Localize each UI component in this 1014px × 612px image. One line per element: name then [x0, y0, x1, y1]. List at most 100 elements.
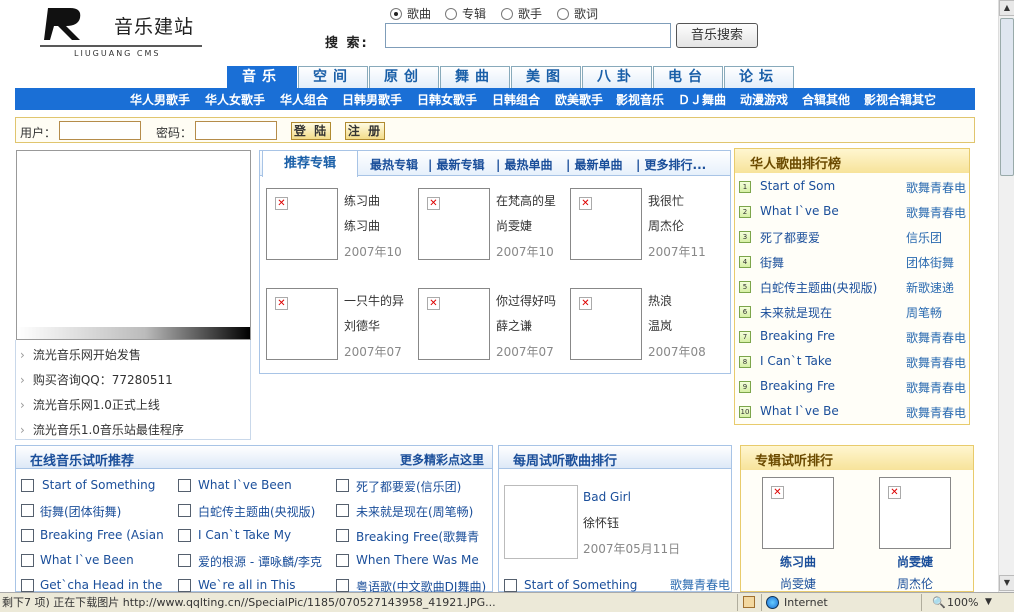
album-chart-artist-2[interactable]: 周杰伦: [897, 575, 933, 592]
online-song[interactable]: Breaking Free(歌舞青: [356, 528, 488, 545]
link-hot-singles[interactable]: | 最热单曲: [496, 156, 553, 173]
radio-icon[interactable]: [390, 8, 402, 20]
search-input[interactable]: [385, 23, 671, 48]
news-item[interactable]: 流光音乐1.0音乐站最佳程序: [20, 421, 184, 438]
song-checkbox[interactable]: [178, 504, 191, 517]
chart-song[interactable]: 街舞: [760, 254, 784, 271]
online-song[interactable]: When There Was Me: [356, 553, 488, 567]
song-checkbox[interactable]: [21, 479, 34, 492]
nav-item[interactable]: 日韩女歌手: [417, 91, 477, 108]
song-checkbox[interactable]: [21, 554, 34, 567]
album-cover[interactable]: ✕: [879, 477, 951, 549]
link-hot-albums[interactable]: 最热专辑: [370, 156, 418, 173]
chart-song[interactable]: Start of Som: [760, 179, 835, 193]
song-checkbox[interactable]: [21, 579, 34, 592]
register-button[interactable]: 注 册: [345, 122, 385, 140]
online-song[interactable]: I Can`t Take My: [198, 528, 330, 542]
album-title[interactable]: 在梵高的星: [496, 192, 556, 209]
nav-item[interactable]: 合辑其他: [802, 91, 850, 108]
album-title[interactable]: 练习曲: [344, 192, 380, 209]
weekly-cover[interactable]: [504, 485, 578, 559]
nav-item[interactable]: 影视音乐: [616, 91, 664, 108]
chart-artist[interactable]: 团体街舞: [906, 254, 954, 271]
tab-music[interactable]: 音乐: [227, 66, 297, 88]
chart-song[interactable]: Breaking Fre: [760, 329, 835, 343]
song-checkbox[interactable]: [21, 504, 34, 517]
nav-item[interactable]: 欧美歌手: [555, 91, 603, 108]
chart-artist[interactable]: 歌舞青春电: [906, 379, 966, 396]
album-artist[interactable]: 刘德华: [344, 317, 380, 334]
tab-pictures[interactable]: 美图: [511, 66, 581, 88]
recommend-title[interactable]: 推荐专辑: [262, 150, 358, 177]
song-checkbox[interactable]: [336, 529, 349, 542]
album-cover[interactable]: ✕: [762, 477, 834, 549]
online-song[interactable]: Breaking Free (Asian: [40, 528, 172, 542]
online-more-link[interactable]: 更多精彩点这里: [400, 451, 484, 468]
album-title[interactable]: 我很忙: [648, 192, 684, 209]
nav-item[interactable]: ＤＪ舞曲: [678, 91, 726, 108]
chart-artist[interactable]: 歌舞青春电: [906, 329, 966, 346]
chart-song[interactable]: What I`ve Be: [760, 204, 839, 218]
online-song[interactable]: What I`ve Been: [198, 478, 330, 492]
song-checkbox[interactable]: [178, 579, 191, 592]
chart-artist[interactable]: 歌舞青春电: [906, 404, 966, 421]
album-title[interactable]: 你过得好吗: [496, 292, 556, 309]
chart-song[interactable]: I Can`t Take: [760, 354, 832, 368]
song-checkbox[interactable]: [336, 504, 349, 517]
chart-song[interactable]: What I`ve Be: [760, 404, 839, 418]
scroll-thumb[interactable]: [1000, 18, 1014, 176]
media-player[interactable]: [16, 150, 251, 340]
album-artist[interactable]: 尚雯婕: [496, 217, 532, 234]
chart-song[interactable]: 未来就是现在: [760, 304, 832, 321]
radio-icon[interactable]: [557, 8, 569, 20]
album-cover[interactable]: ✕: [266, 188, 338, 260]
news-item[interactable]: 流光音乐网1.0正式上线: [20, 396, 160, 413]
nav-item[interactable]: 影视合辑其它: [864, 91, 936, 108]
zoom-level[interactable]: 100%: [947, 593, 978, 612]
chart-artist[interactable]: 歌舞青春电: [906, 204, 966, 221]
password-input[interactable]: [195, 121, 277, 140]
radio-icon[interactable]: [445, 8, 457, 20]
online-song[interactable]: 粤语歌(中文歌曲DJ舞曲): [356, 578, 488, 592]
online-song[interactable]: 未来就是现在(周笔畅): [356, 503, 488, 520]
online-song[interactable]: 死了都要爱(信乐团): [356, 478, 488, 495]
chevron-down-icon[interactable]: ▼: [985, 593, 992, 612]
weekly-list-song[interactable]: Start of Something: [524, 578, 637, 592]
weekly-list-artist[interactable]: 歌舞青春电: [670, 576, 730, 593]
search-type-album[interactable]: 专辑: [445, 5, 486, 22]
tab-original[interactable]: 原创: [369, 66, 439, 88]
weekly-artist[interactable]: 徐怀钰: [583, 514, 619, 531]
chart-artist[interactable]: 歌舞青春电: [906, 354, 966, 371]
link-new-singles[interactable]: | 最新单曲: [566, 156, 623, 173]
username-input[interactable]: [59, 121, 141, 140]
album-chart-artist-1[interactable]: 尚雯婕: [780, 575, 816, 592]
song-checkbox[interactable]: [178, 554, 191, 567]
album-title[interactable]: 热浪: [648, 292, 672, 309]
album-cover[interactable]: ✕: [418, 188, 490, 260]
song-checkbox[interactable]: [336, 479, 349, 492]
tab-space[interactable]: 空间: [298, 66, 368, 88]
nav-item[interactable]: 日韩男歌手: [342, 91, 402, 108]
chart-song[interactable]: 死了都要爱: [760, 229, 820, 246]
search-type-lyrics[interactable]: 歌词: [557, 5, 598, 22]
song-checkbox[interactable]: [178, 479, 191, 492]
chart-artist[interactable]: 信乐团: [906, 229, 942, 246]
scroll-down-icon[interactable]: ▼: [999, 575, 1014, 591]
news-item[interactable]: 流光音乐网开始发售: [20, 346, 141, 363]
radio-icon[interactable]: [501, 8, 513, 20]
tab-dance[interactable]: 舞曲: [440, 66, 510, 88]
nav-item[interactable]: 动漫游戏: [740, 91, 788, 108]
song-checkbox[interactable]: [336, 579, 349, 592]
tab-gossip[interactable]: 八卦: [582, 66, 652, 88]
album-artist[interactable]: 周杰伦: [648, 217, 684, 234]
song-checkbox[interactable]: [178, 529, 191, 542]
tab-forum[interactable]: 论坛: [724, 66, 794, 88]
album-cover[interactable]: ✕: [266, 288, 338, 360]
album-artist[interactable]: 练习曲: [344, 217, 380, 234]
album-cover[interactable]: ✕: [570, 288, 642, 360]
nav-item[interactable]: 华人男歌手: [130, 91, 190, 108]
chart-artist[interactable]: 周笔畅: [906, 304, 942, 321]
online-song[interactable]: What I`ve Been: [40, 553, 172, 567]
link-more-ranking[interactable]: | 更多排行...: [636, 156, 706, 173]
search-type-song[interactable]: 歌曲: [390, 5, 431, 22]
